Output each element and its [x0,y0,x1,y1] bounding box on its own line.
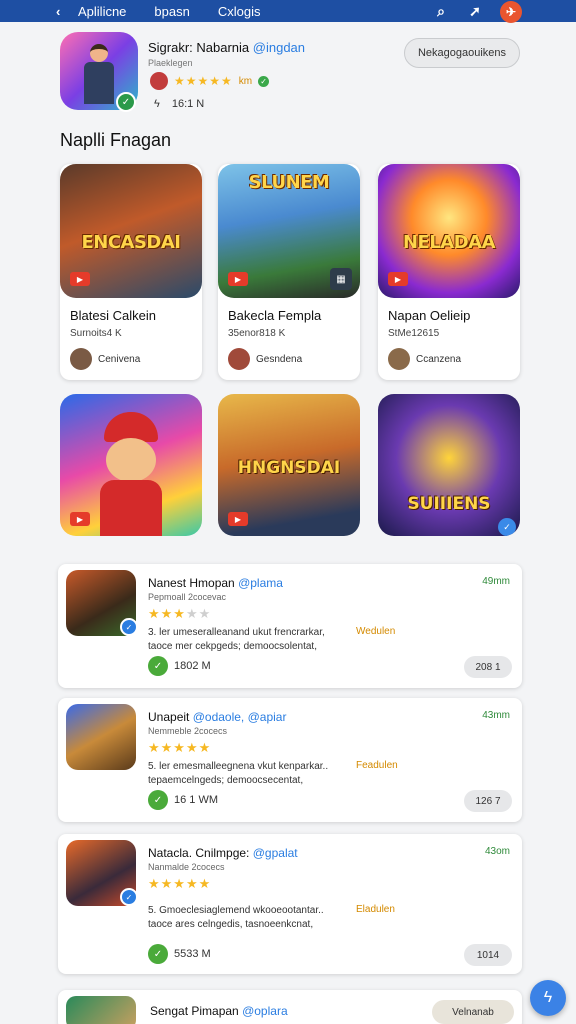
count-button[interactable]: 208 1 [464,656,512,678]
count-button[interactable]: 1014 [464,944,512,966]
top-app-bar: ‹ Aplilicne bpasn Cxlogis ⌕ ➚ ✈ [0,0,576,23]
list-title: Nanest Hmopan @plama [148,576,283,590]
download-icon: ✓ [148,944,168,964]
list-tag: Wedulen [356,626,396,637]
section-title: Naplli Fnagan [60,130,172,150]
nav-link-browse[interactable]: bpasn [154,4,189,19]
list-item[interactable]: ✓ Natacla. Cnilmpge: @gpalat Nanmalde 2c… [58,834,522,974]
download-icon: ✓ [148,656,168,676]
video-icon[interactable]: ▶ [70,512,90,526]
game-developer: Cenivena [70,348,140,370]
list-title: Natacla. Cnilmpge: @gpalat [148,846,298,860]
list-time: 43om [484,846,510,857]
game-developer: Gesndena [228,348,302,370]
list-tag: Feadulen [356,760,398,771]
list-item[interactable]: ✓ Nanest Hmopan @plama Pepmoall 2cocevac… [58,564,522,688]
game-title: Napan Oelieip [388,308,471,323]
avatar [228,348,250,370]
check-icon: ✓ [498,518,516,536]
list-item[interactable]: Sengat Pimapan @oplara Velnanab [58,990,522,1024]
download-icon: ✓ [148,790,168,810]
game-art: SLUNEM ▶ ▦ [218,164,360,298]
game-card[interactable]: SLUNEM ▶ ▦ Bakecla Fempla 35enor818 K Ge… [218,164,360,380]
video-icon[interactable]: ▶ [388,272,408,286]
verified-icon: ✓ [120,618,138,636]
game-card[interactable]: NELADAA ▶ Napan Oelieip StMe12615 Ccanze… [378,164,520,380]
game-card[interactable]: ENCASDAI ▶ Blatesi Calkein Surnoits4 K C… [60,164,202,380]
avatar [150,72,168,90]
view-button[interactable]: Velnanab [432,1000,514,1024]
stats-icon[interactable]: ▦ [330,268,352,290]
check-icon: ✓ [116,92,136,112]
star-rating: ★★★★★ [148,606,212,621]
game-meta: StMe12615 [388,328,440,339]
download-count: ✓ 16 1 WM [148,790,218,810]
search-icon[interactable]: ⌕ [432,2,450,20]
star-rating: ★★★★★ [148,876,212,891]
video-icon[interactable]: ▶ [228,512,248,526]
download-count: ✓ 1802 M [148,656,211,676]
game-thumbnail [66,996,136,1024]
bolt-icon[interactable]: ϟ [530,980,566,1016]
game-thumbnail [66,704,136,770]
rating-tag: km [238,75,253,87]
character-body [100,480,162,536]
list-title: Sengat Pimapan @oplara [150,1004,288,1018]
share-icon[interactable]: ➚ [466,2,484,20]
list-time: 49mm [482,576,510,587]
game-meta: 35enor818 K [228,328,286,339]
video-icon[interactable]: ▶ [70,272,90,286]
follow-button[interactable]: Nekagogaouikens [404,38,520,68]
list-title: Unapeit @odaole, @apiar [148,710,287,724]
count-button[interactable]: 126 7 [464,790,512,812]
game-meta: Surnoits4 K [70,328,122,339]
developer-rating: ★★★★★ km ✓ [150,72,270,90]
chevron-left-icon[interactable]: ‹ [56,4,70,19]
game-title: Bakecla Fempla [228,308,322,323]
bolt-icon: ϟ [154,98,160,110]
download-count: ✓ 5533 M [148,944,211,964]
avatar [70,348,92,370]
developer-subtitle: Plaeklegen [148,58,193,68]
video-icon[interactable]: ▶ [228,272,248,286]
developer-handle[interactable]: @ingdan [253,40,305,55]
game-developer: Ccanzena [388,348,461,370]
verified-icon: ✓ [120,888,138,906]
developer-name: Sigrakr: Nabarnia @ingdan [148,40,306,55]
list-item[interactable]: Unapeit @odaole, @apiar Nemmeble 2cocecs… [58,698,522,822]
verified-icon: ✓ [258,75,270,87]
developer-header: ✓ Sigrakr: Nabarnia @ingdan Plaeklegen ★… [60,28,522,124]
star-rating: ★★★★★ [148,740,212,755]
download-count: ϟ 16:1 N [154,98,205,110]
game-tile[interactable]: ▶ [60,394,202,536]
character-face [106,438,156,482]
profile-icon[interactable]: ✈ [500,1,522,23]
nav-link-catalogs[interactable]: Cxlogis [218,4,261,19]
list-subtitle: Nanmalde 2cocecs [148,862,225,872]
game-tile[interactable]: SUIIIENS ✓ [378,394,520,536]
game-title: Blatesi Calkein [70,308,156,323]
nav-link-apps[interactable]: Aplilicne [78,4,126,19]
list-tag: Eladulen [356,904,395,915]
avatar [388,348,410,370]
list-subtitle: Pepmoall 2cocevac [148,592,227,602]
list-time: 43mm [482,710,510,721]
game-art: ENCASDAI ▶ [60,164,202,298]
game-tile[interactable]: HNGNSDAI ▶ [218,394,360,536]
game-art: NELADAA ▶ [378,164,520,298]
list-subtitle: Nemmeble 2cocecs [148,726,228,736]
star-rating: ★★★★★ [174,74,233,88]
